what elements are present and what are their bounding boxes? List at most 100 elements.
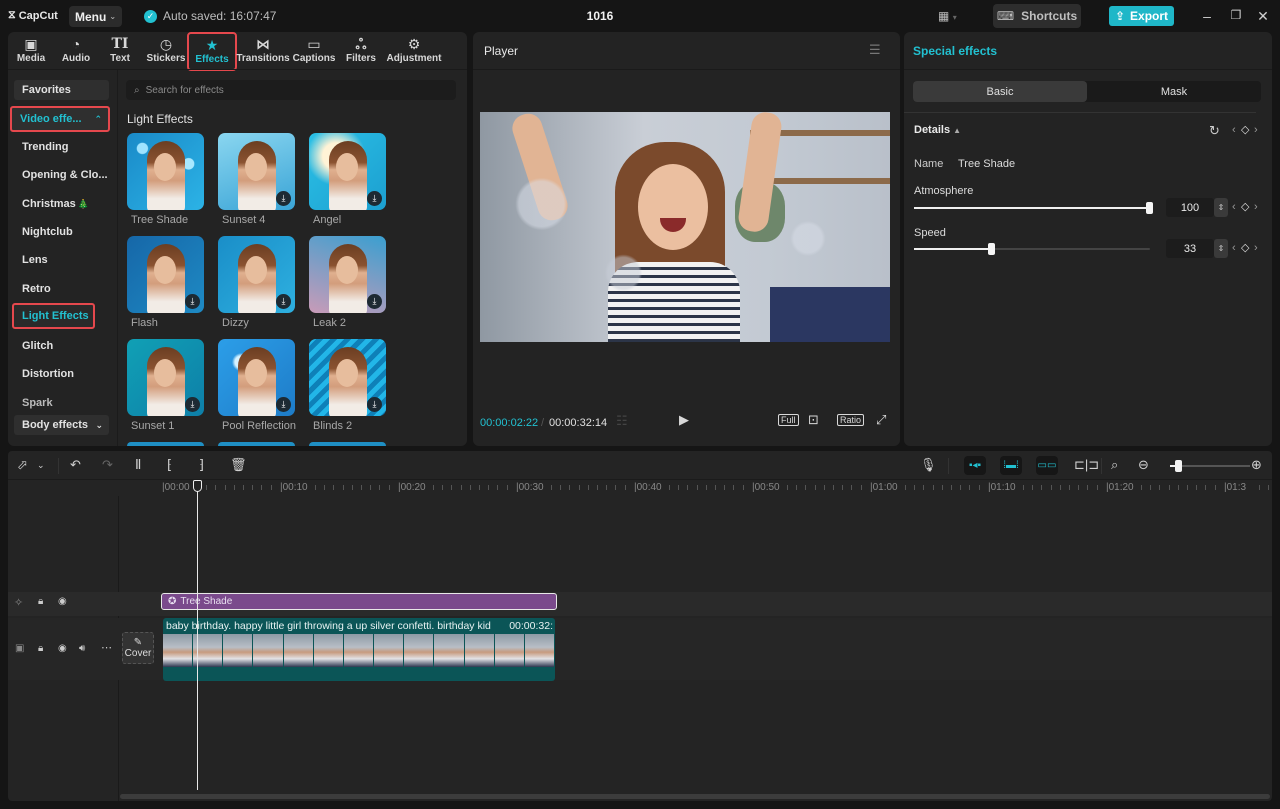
download-icon[interactable]: ⤓ xyxy=(367,294,382,309)
category-christmas[interactable]: Christmas 🎄 xyxy=(14,194,109,214)
microphone-icon[interactable]: 🎙 xyxy=(920,457,937,473)
effect-thumbnail[interactable]: ⤓ xyxy=(127,236,204,313)
lock-icon[interactable]: 🔒︎ xyxy=(38,596,43,607)
select-tool-icon[interactable]: ⬀ xyxy=(17,457,28,473)
tab-text[interactable]: TI Text xyxy=(97,35,143,69)
keyframe-prev-icon[interactable]: ‹ xyxy=(1232,201,1236,213)
fullscreen-icon[interactable]: ⤢ xyxy=(876,412,886,428)
tab-filters[interactable]: ஃ Filters xyxy=(338,35,384,69)
effect-thumbnail[interactable]: ⤓ xyxy=(218,236,295,313)
speed-input[interactable]: 33 xyxy=(1166,239,1214,258)
play-button[interactable]: ▶ xyxy=(679,412,689,428)
delete-icon[interactable]: 🗑 xyxy=(230,457,247,473)
slider-knob[interactable] xyxy=(1146,202,1153,214)
timeline-zoom-slider[interactable] xyxy=(1170,460,1250,472)
zoom-fit-icon[interactable]: ⊡ xyxy=(808,412,819,428)
eye-icon[interactable]: ◉ xyxy=(58,643,67,654)
effect-thumbnail[interactable]: ⤓ xyxy=(309,133,386,210)
video-clip[interactable]: baby birthday. happy little girl throwin… xyxy=(163,618,555,681)
atmosphere-input[interactable]: 100 xyxy=(1166,198,1214,217)
download-icon[interactable]: ⤓ xyxy=(367,397,382,412)
details-toggle[interactable]: Details ▲ xyxy=(914,124,961,136)
tab-transitions[interactable]: ⋈ Transitions xyxy=(236,35,289,69)
download-icon[interactable]: ⤓ xyxy=(276,294,291,309)
zoom-out-icon[interactable]: ⊖ xyxy=(1138,457,1149,473)
preview-axis-icon[interactable]: ⌕ xyxy=(1111,457,1118,473)
keyframe-prev-icon[interactable]: ‹ xyxy=(1232,242,1236,254)
tab-basic[interactable]: Basic xyxy=(913,81,1087,102)
playhead-line[interactable] xyxy=(197,482,198,790)
main-track-magnet-button[interactable]: ▪◂▪ xyxy=(964,456,986,475)
effect-thumbnail[interactable] xyxy=(127,133,204,210)
audio-icon[interactable]: 🔊︎ xyxy=(79,643,85,654)
auto-snap-button[interactable]: ⁞▬⁞ xyxy=(1000,456,1022,475)
tab-audio[interactable]: ◔ Audio xyxy=(53,35,99,69)
effect-thumbnail-partial[interactable] xyxy=(309,442,386,446)
link-clips-button[interactable]: ▭▭ xyxy=(1036,456,1058,475)
download-icon[interactable]: ⤓ xyxy=(276,191,291,206)
maximize-button[interactable]: ❐ xyxy=(1228,8,1244,22)
tab-stickers[interactable]: ◷ Stickers xyxy=(143,35,189,69)
layout-button[interactable]: ▦ ▾ xyxy=(938,9,957,23)
download-icon[interactable]: ⤓ xyxy=(185,397,200,412)
split-icon[interactable]: Ⅱ xyxy=(135,457,141,473)
category-lens[interactable]: Lens xyxy=(14,250,109,270)
category-nightclub[interactable]: Nightclub xyxy=(14,222,109,242)
atmosphere-stepper[interactable]: ⇕ xyxy=(1214,198,1228,217)
tab-media[interactable]: ▣ Media xyxy=(8,35,54,69)
category-opening-closing[interactable]: Opening & Clo... xyxy=(14,165,109,185)
menu-button[interactable]: Menu ⌄ xyxy=(69,6,122,27)
hamburger-menu-icon[interactable]: ☰ xyxy=(869,42,881,58)
effect-thumbnail-partial[interactable] xyxy=(127,442,204,446)
split-left-icon[interactable]: ⁅ xyxy=(167,457,172,473)
keyframe-diamond-icon[interactable]: ◇ xyxy=(1241,123,1249,136)
category-retro[interactable]: Retro xyxy=(14,279,109,299)
category-video-effects[interactable]: Video effe... ⌃ xyxy=(10,106,110,132)
effect-clip[interactable]: ✪ Tree Shade xyxy=(161,593,557,610)
cover-button[interactable]: ✎ Cover xyxy=(122,632,154,664)
export-button[interactable]: ⇪ Export xyxy=(1109,6,1174,26)
keyframe-diamond-icon[interactable]: ◇ xyxy=(1241,200,1249,213)
eye-icon[interactable]: ◉ xyxy=(58,596,67,607)
category-favorites[interactable]: Favorites xyxy=(14,80,109,100)
reset-icon[interactable]: ↻ xyxy=(1209,123,1220,139)
keyframe-prev-icon[interactable]: ‹ xyxy=(1232,124,1236,136)
close-button[interactable]: ✕ xyxy=(1255,8,1271,25)
category-body-effects[interactable]: Body effects ⌄ xyxy=(14,415,109,435)
effect-thumbnail[interactable]: ⤓ xyxy=(309,339,386,416)
tab-captions[interactable]: ▭ Captions xyxy=(291,35,337,69)
effect-thumbnail-partial[interactable] xyxy=(218,442,295,446)
zoom-knob[interactable] xyxy=(1175,460,1182,472)
lock-icon[interactable]: 🔒︎ xyxy=(38,643,43,654)
split-right-icon[interactable]: ⁆ xyxy=(199,457,204,473)
chevron-down-icon[interactable]: ⌄ xyxy=(37,460,45,471)
keyframe-next-icon[interactable]: › xyxy=(1254,124,1258,136)
speed-stepper[interactable]: ⇕ xyxy=(1214,239,1228,258)
shortcuts-button[interactable]: ⌨ Shortcuts xyxy=(993,4,1081,28)
download-icon[interactable]: ⤓ xyxy=(367,191,382,206)
download-icon[interactable]: ⤓ xyxy=(185,294,200,309)
full-button[interactable]: Full xyxy=(778,414,799,426)
effect-thumbnail[interactable]: ⤓ xyxy=(309,236,386,313)
zoom-in-icon[interactable]: ⊕ xyxy=(1251,457,1262,473)
keyframe-diamond-icon[interactable]: ◇ xyxy=(1241,241,1249,254)
category-light-effects[interactable]: Light Effects xyxy=(12,303,95,329)
effects-search-input[interactable]: ⌕ Search for effects xyxy=(126,80,456,100)
keyframe-next-icon[interactable]: › xyxy=(1254,242,1258,254)
effect-thumbnail[interactable]: ⤓ xyxy=(218,133,295,210)
effect-thumbnail[interactable]: ⤓ xyxy=(127,339,204,416)
atmosphere-slider[interactable] xyxy=(914,202,1153,214)
effect-thumbnail[interactable]: ⤓ xyxy=(218,339,295,416)
undo-icon[interactable]: ↶ xyxy=(70,457,81,473)
slider-knob[interactable] xyxy=(987,243,995,255)
category-glitch[interactable]: Glitch xyxy=(14,336,109,356)
video-preview[interactable] xyxy=(480,112,890,342)
category-spark[interactable]: Spark xyxy=(14,393,109,413)
category-trending[interactable]: Trending xyxy=(14,137,109,157)
minimize-button[interactable]: – xyxy=(1199,8,1215,24)
time-ruler[interactable]: |00:00 |00:10 |00:20 |00:30 |00:40 |00:50 |01:… xyxy=(160,479,1272,495)
playhead-handle[interactable] xyxy=(193,480,202,492)
tab-mask[interactable]: Mask xyxy=(1087,81,1261,102)
tab-effects[interactable]: ★ Effects xyxy=(187,32,237,71)
more-options-icon[interactable]: ⋯ xyxy=(101,641,112,654)
